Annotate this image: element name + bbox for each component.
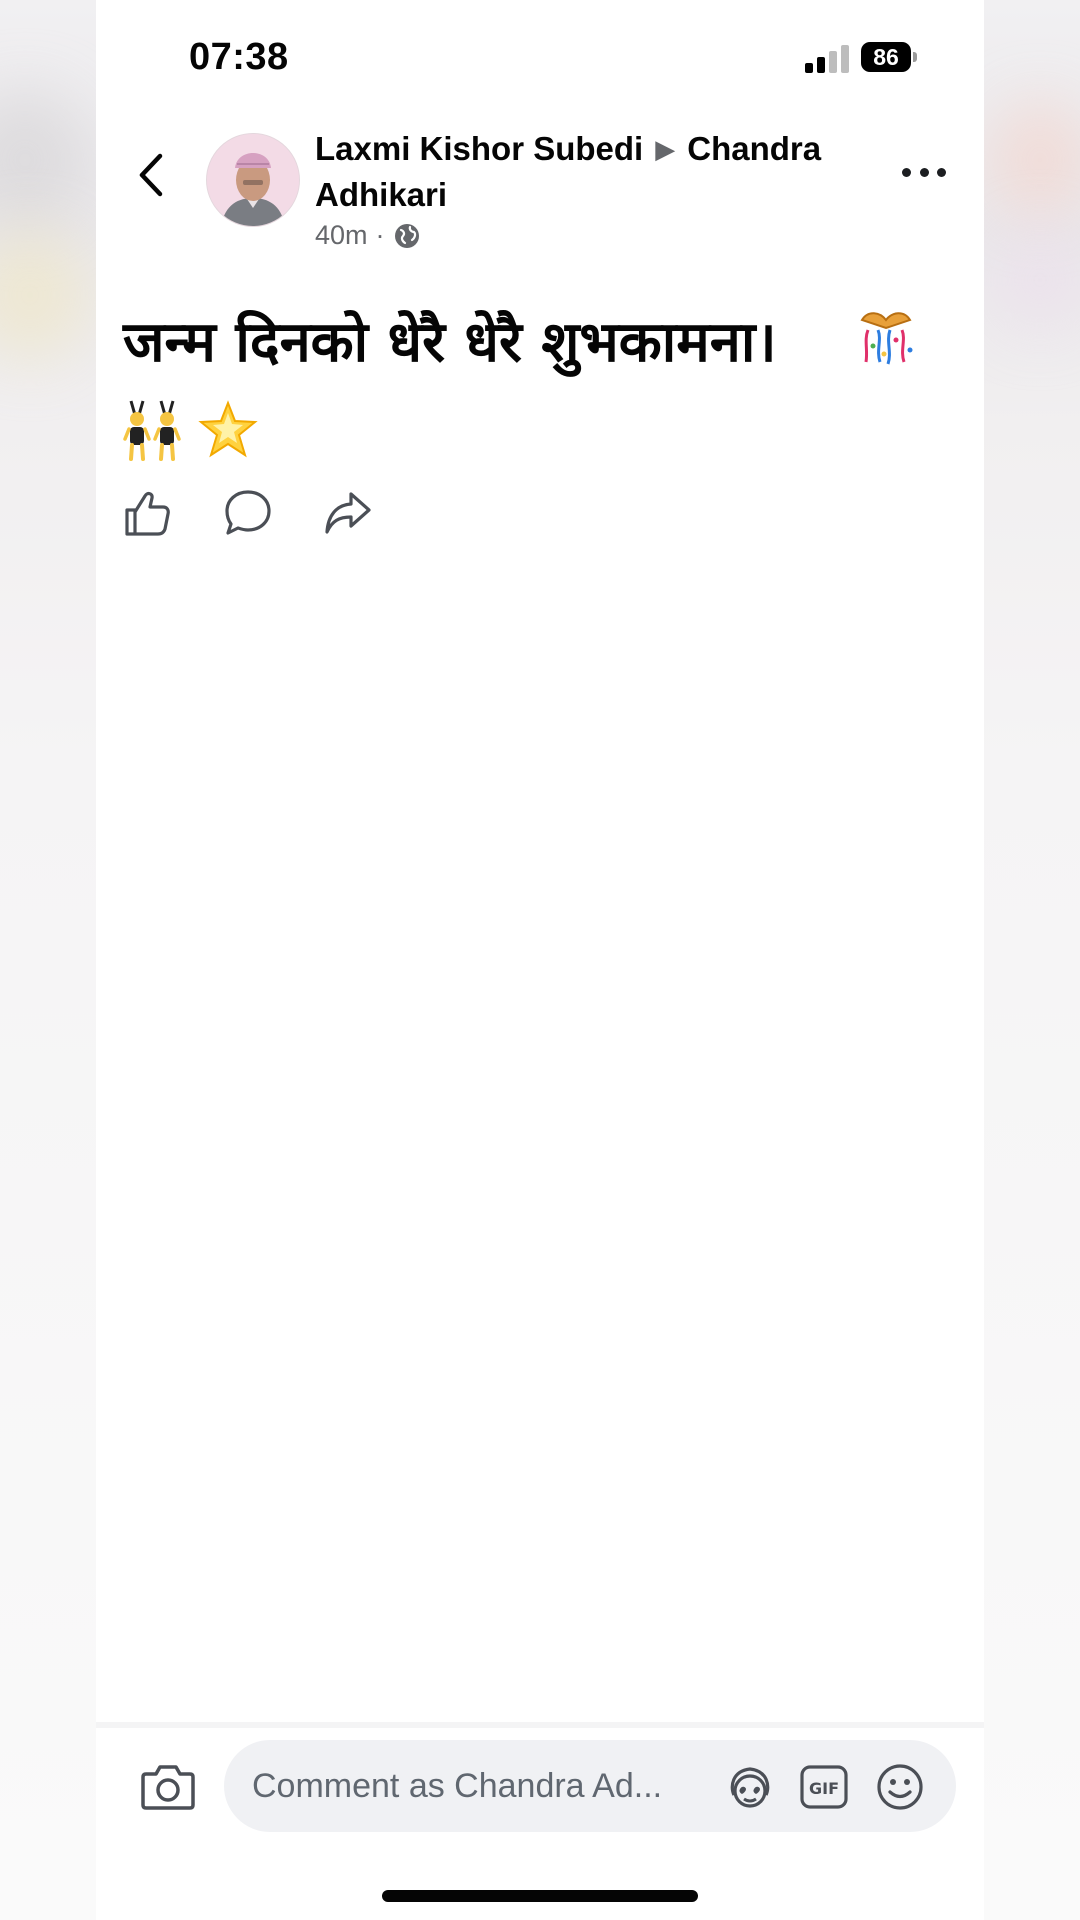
post-text: जन्म दिनको धेरै धेरै शुभकामना। [123,310,777,375]
post-emojis [123,390,259,470]
recipient-name-line2[interactable]: Adhikari [315,176,447,213]
svg-text:GIF: GIF [809,1779,839,1798]
to-arrow-icon: ▶ [655,134,676,164]
more-dot [937,168,946,177]
battery-cap [913,52,917,62]
recipient-name-line1[interactable]: Chandra [687,130,821,167]
battery-icon: 86 [861,42,917,72]
post-screen: 07:38 86 Laxmi Kishor Subedi ▶ Chandra A… [96,0,984,1920]
author-line: Laxmi Kishor Subedi ▶ Chandra Adhikari [315,126,855,218]
comment-box: GIF [224,1740,956,1832]
author-name[interactable]: Laxmi Kishor Subedi [315,130,643,167]
post-header: Laxmi Kishor Subedi ▶ Chandra Adhikari 40m… [315,126,855,251]
thumbs-up-icon[interactable] [123,488,173,538]
smiley-icon[interactable] [874,1761,926,1813]
more-dot [902,168,911,177]
globe-icon [394,223,419,248]
post-actions [123,488,373,540]
author-avatar[interactable] [206,133,300,227]
cellular-signal-icon [805,45,849,73]
back-arrow-icon[interactable] [132,150,168,200]
camera-icon[interactable] [140,1762,196,1812]
battery-level: 86 [861,42,911,72]
status-bar: 07:38 86 [96,0,984,110]
share-arrow-icon[interactable] [323,488,373,538]
more-dot [919,168,929,177]
home-indicator[interactable] [382,1890,698,1902]
status-time: 07:38 [189,36,289,78]
confetti-ball-icon [860,312,913,365]
post-timestamp[interactable]: 40m [315,220,368,251]
comment-input[interactable] [252,1740,712,1832]
comment-bar-divider [96,1722,984,1728]
post-meta: 40m · [315,220,855,251]
more-options-icon[interactable] [902,168,946,182]
speech-bubble-icon[interactable] [223,488,273,538]
meta-separator: · [375,220,385,250]
glowing-star-icon [198,400,258,458]
avatar-portrait [207,134,299,226]
gif-icon[interactable]: GIF [798,1761,850,1813]
avatar-sticker-icon[interactable] [724,1761,776,1813]
people-with-bunny-ears-icon [123,400,181,461]
